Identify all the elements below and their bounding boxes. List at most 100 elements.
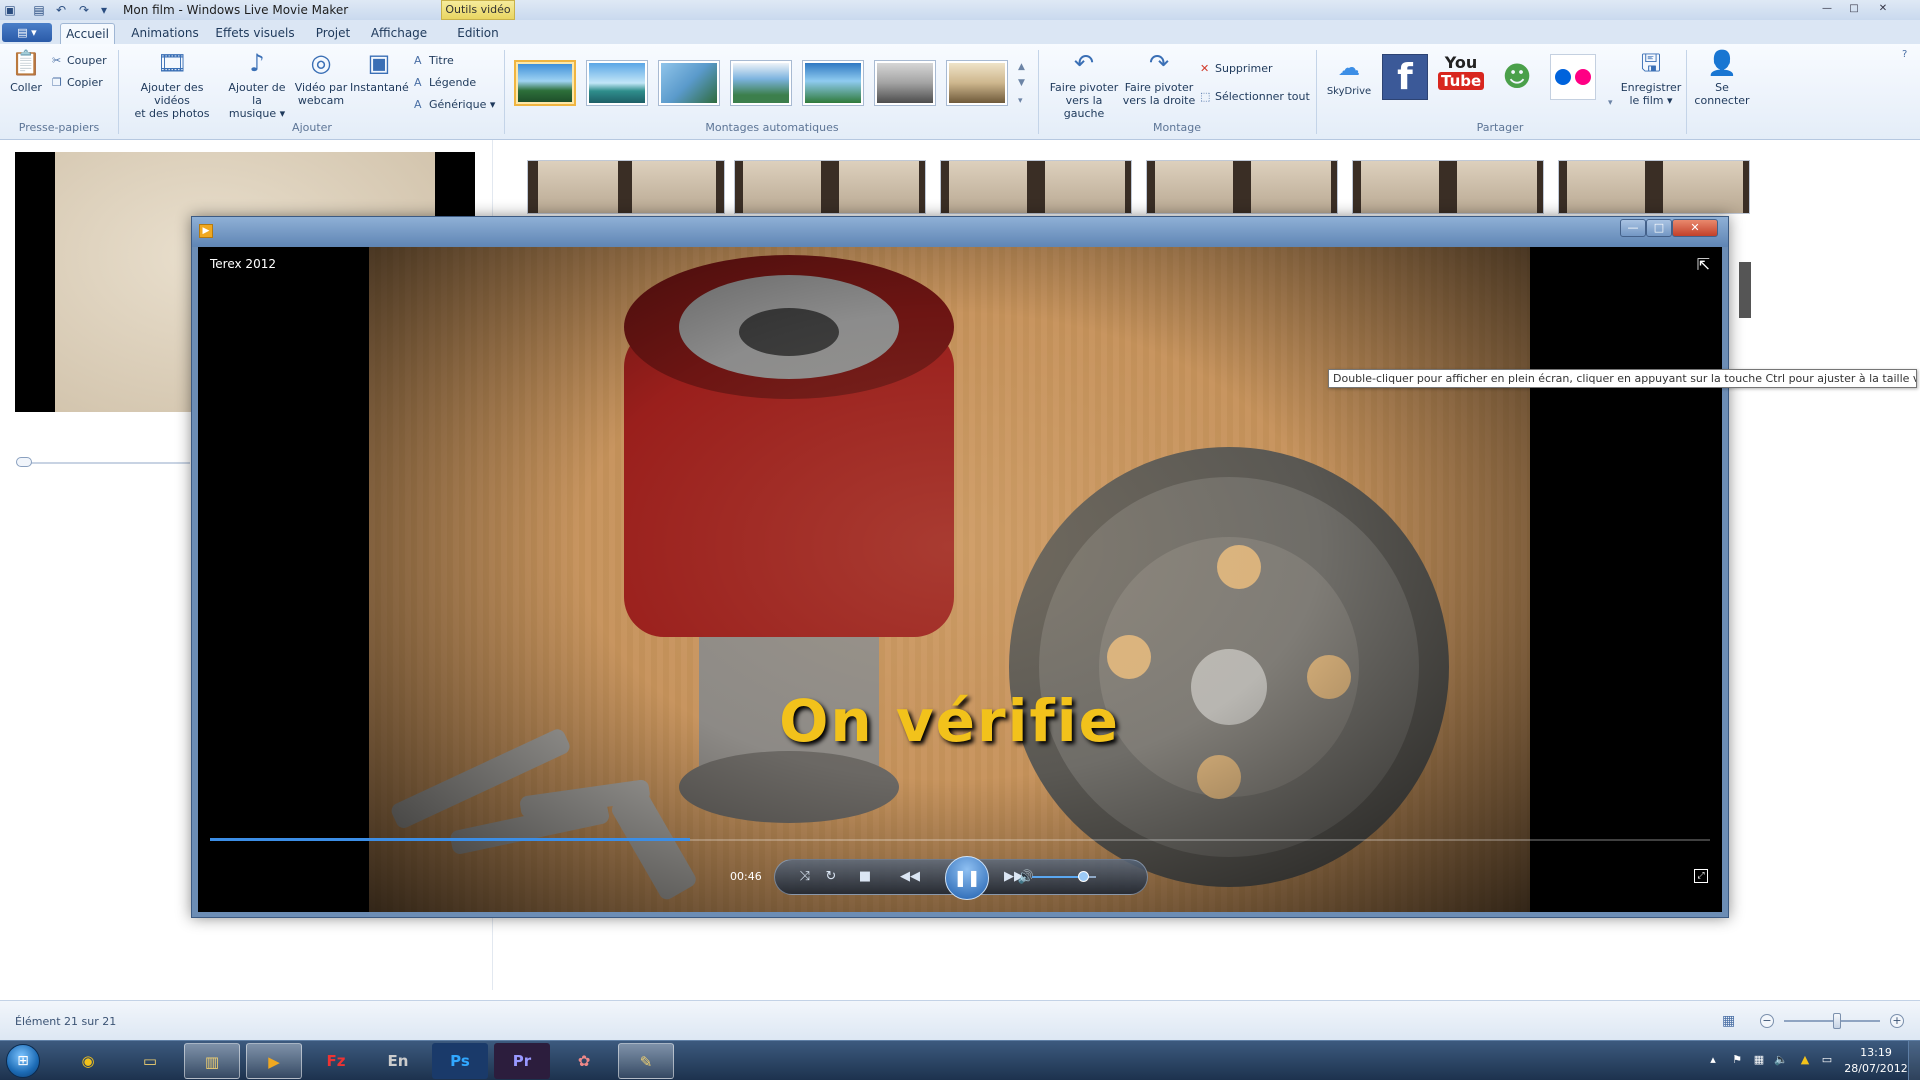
repeat-icon[interactable]: ↻ xyxy=(821,868,841,886)
network-icon[interactable]: ▦ xyxy=(1752,1053,1766,1067)
taskbar-app-chrome[interactable]: ◉ xyxy=(60,1043,116,1079)
save-icon[interactable]: ▤ xyxy=(31,2,47,18)
previous-icon[interactable]: ◀◀ xyxy=(895,868,925,886)
drive-sync-icon[interactable]: ▲ xyxy=(1798,1053,1812,1067)
tab-edit[interactable]: Edition xyxy=(448,23,508,44)
tab-project[interactable]: Projet xyxy=(308,23,358,44)
preview-seek-knob[interactable] xyxy=(16,457,32,467)
credits-button[interactable]: A Générique ▾ xyxy=(414,98,495,112)
caption-button[interactable]: A Légende xyxy=(414,76,476,90)
storyboard-clip[interactable] xyxy=(1558,160,1750,214)
zoom-slider-knob[interactable] xyxy=(1832,1013,1841,1029)
clip-frame xyxy=(743,161,821,213)
storyboard-clip[interactable] xyxy=(1146,160,1338,214)
taskbar-app-libraries[interactable]: ▥ xyxy=(184,1043,240,1079)
zoom-out-button[interactable]: − xyxy=(1760,1014,1774,1028)
youtube-you-text: You xyxy=(1444,53,1478,72)
tab-animations[interactable]: Animations xyxy=(126,23,204,44)
select-all-button[interactable]: ⬚ Sélectionner tout xyxy=(1200,90,1310,104)
file-menu-button[interactable]: ▤ ▾ xyxy=(2,23,52,42)
storyboard-clip[interactable] xyxy=(527,160,725,214)
gallery-scroll-down-icon[interactable]: ▼ xyxy=(1018,76,1025,90)
storyboard-clip[interactable] xyxy=(734,160,926,214)
undo-icon[interactable]: ↶ xyxy=(53,2,69,18)
tab-visual-effects[interactable]: Effets visuels xyxy=(214,23,296,44)
taskbar-app-paint[interactable]: ✿ xyxy=(556,1043,612,1079)
messenger-button[interactable]: ☻ xyxy=(1494,54,1540,100)
zoom-in-button[interactable]: + xyxy=(1890,1014,1904,1028)
clock-date[interactable]: 28/07/2012 xyxy=(1836,1062,1916,1075)
qat-dropdown-icon[interactable]: ▾ xyxy=(96,2,112,18)
snapshot-button[interactable]: ▣ Instantané xyxy=(350,48,409,94)
seek-bar-fill[interactable] xyxy=(210,838,690,841)
gallery-expand-icon[interactable]: ▾ xyxy=(1018,94,1023,108)
cut-button[interactable]: ✂ Couper xyxy=(52,54,107,68)
tab-home[interactable]: Accueil xyxy=(60,23,115,44)
automovie-theme-6[interactable] xyxy=(874,60,936,106)
video-maximize-button[interactable]: □ xyxy=(1646,219,1672,237)
automovie-theme-4[interactable] xyxy=(730,60,792,106)
automovie-theme-7[interactable] xyxy=(946,60,1008,106)
share-gallery-expand-icon[interactable]: ▾ xyxy=(1608,96,1613,110)
title-button[interactable]: A Titre xyxy=(414,54,454,68)
start-button[interactable]: ⊞ xyxy=(6,1044,40,1078)
show-desktop-button[interactable] xyxy=(1908,1041,1920,1080)
video-close-button[interactable]: ✕ xyxy=(1672,219,1718,237)
tray-expand-icon[interactable]: ▴ xyxy=(1706,1053,1720,1067)
paste-button[interactable]: 📋 Coller xyxy=(8,48,44,94)
help-icon[interactable]: ? xyxy=(1902,48,1907,62)
storyboard-clip[interactable] xyxy=(1352,160,1544,214)
taskbar-app-movie-maker[interactable]: ✎ xyxy=(618,1043,674,1079)
facebook-button[interactable]: f xyxy=(1382,54,1428,100)
close-button[interactable]: ✕ xyxy=(1872,1,1894,17)
app-icon[interactable]: ▣ xyxy=(2,2,18,18)
stop-icon[interactable]: ■ xyxy=(855,868,875,886)
thumbnail-size-icon[interactable]: ▦ xyxy=(1722,1013,1735,1029)
shuffle-icon[interactable]: ⤨ xyxy=(795,868,815,886)
automovie-theme-2[interactable] xyxy=(586,60,648,106)
pause-button[interactable]: ❚❚ xyxy=(945,856,989,900)
action-center-flag-icon[interactable]: ⚑ xyxy=(1730,1053,1744,1067)
clip-frame xyxy=(1663,161,1743,213)
youtube-button[interactable]: You Tube xyxy=(1438,53,1485,100)
video-stage[interactable]: Terex 2012 ⇱ On vérifie 00:46 ⤨ ↻ ■ ◀◀ ❚… xyxy=(198,247,1722,912)
automovie-theme-3[interactable] xyxy=(658,60,720,106)
maximize-button[interactable]: □ xyxy=(1843,1,1865,17)
skydrive-button[interactable]: ☁ SkyDrive xyxy=(1326,54,1372,100)
video-window-title-bar[interactable]: ▶ — □ ✕ xyxy=(192,217,1728,247)
minimize-button[interactable]: — xyxy=(1816,1,1838,17)
clock-time[interactable]: 13:19 xyxy=(1846,1046,1906,1059)
flickr-button[interactable] xyxy=(1550,54,1596,100)
delete-button[interactable]: ✕ Supprimer xyxy=(1200,62,1273,76)
taskbar-app-filezilla[interactable]: Fz xyxy=(308,1043,364,1079)
add-videos-photos-button[interactable]: 🎞 Ajouter des vidéos et des photos xyxy=(124,48,220,120)
taskbar-app-premiere[interactable]: Pr xyxy=(494,1043,550,1079)
automovie-theme-5[interactable] xyxy=(802,60,864,106)
copy-button[interactable]: ❐ Copier xyxy=(52,76,103,90)
video-minimize-button[interactable]: — xyxy=(1620,219,1646,237)
redo-icon[interactable]: ↷ xyxy=(76,2,92,18)
tab-view[interactable]: Affichage xyxy=(368,23,430,44)
storyboard-scroll-thumb[interactable] xyxy=(1739,262,1751,318)
webcam-video-button[interactable]: ◎ Vidéo par webcam xyxy=(294,48,348,107)
video-player-window[interactable]: ▶ — □ ✕ Terex 2012 ⇱ On vérifie 00:46 ⤨ … xyxy=(191,216,1729,918)
taskbar-app-photoshop[interactable]: Ps xyxy=(432,1043,488,1079)
video-frame[interactable]: On vérifie xyxy=(369,247,1530,912)
add-music-button[interactable]: ♪ Ajouter de la musique ▾ xyxy=(222,48,292,120)
taskbar-app-language[interactable]: En xyxy=(370,1043,426,1079)
fullscreen-icon[interactable]: ⤢ xyxy=(1694,869,1708,883)
monitor-tray-icon[interactable]: ▭ xyxy=(1820,1053,1834,1067)
sign-in-button[interactable]: 👤 Se connecter xyxy=(1692,48,1752,107)
rotate-right-button[interactable]: ↷ Faire pivoter vers la droite xyxy=(1120,48,1198,107)
taskbar-app-explorer[interactable]: ▭ xyxy=(122,1043,178,1079)
mute-icon[interactable]: 🔊 xyxy=(1016,869,1036,887)
automovie-theme-1[interactable] xyxy=(514,60,576,106)
gallery-scroll-up-icon[interactable]: ▲ xyxy=(1018,60,1025,74)
taskbar-app-media-player[interactable]: ▶ xyxy=(246,1043,302,1079)
save-movie-button[interactable]: 🖫 Enregistrer le film ▾ xyxy=(1618,48,1684,107)
switch-to-library-icon[interactable]: ⇱ xyxy=(1697,255,1710,274)
preview-seek-track[interactable] xyxy=(20,462,190,464)
volume-tray-icon[interactable]: 🔈 xyxy=(1774,1053,1788,1067)
storyboard-clip[interactable] xyxy=(940,160,1132,214)
rotate-left-button[interactable]: ↶ Faire pivoter vers la gauche xyxy=(1044,48,1124,120)
